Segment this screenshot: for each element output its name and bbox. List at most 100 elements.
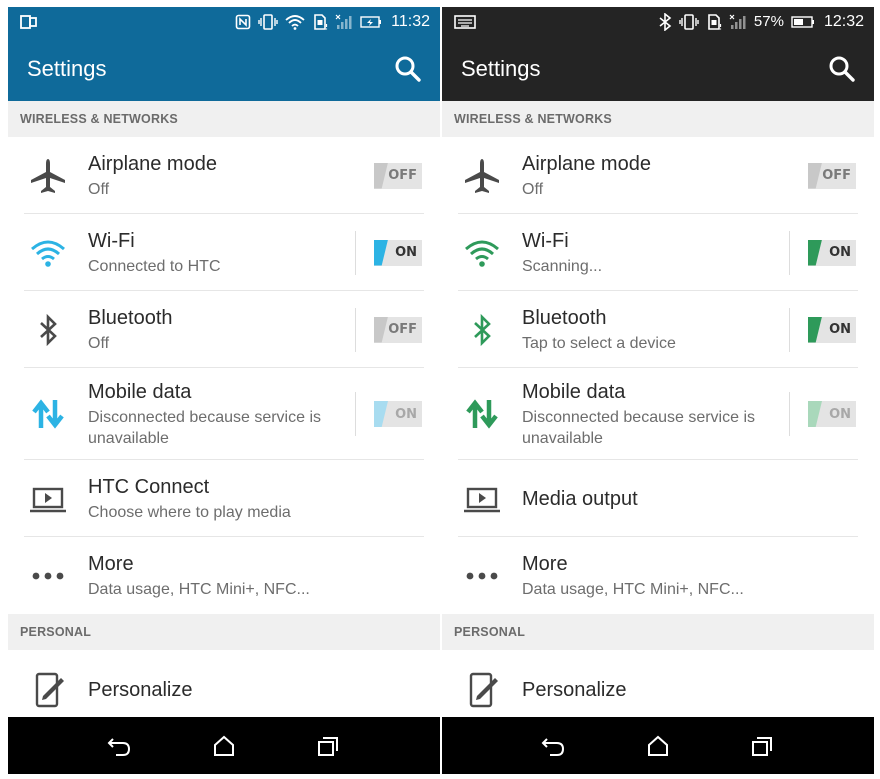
section-header-personal: PERSONAL bbox=[442, 614, 874, 650]
separator bbox=[355, 307, 356, 352]
setting-subtitle: Data usage, HTC Mini+, NFC... bbox=[522, 580, 744, 598]
screen-right: 57% 12:32 Settings WIRELESS & NETWORKS A… bbox=[442, 7, 874, 774]
setting-airplane-mode[interactable]: Airplane mode Off OFF bbox=[8, 137, 440, 214]
mobile-data-icon bbox=[458, 390, 506, 438]
setting-subtitle: Data usage, HTC Mini+, NFC... bbox=[88, 580, 310, 598]
battery-icon bbox=[360, 15, 382, 29]
page-title: Settings bbox=[461, 55, 541, 81]
section-header-wireless: WIRELESS & NETWORKS bbox=[442, 101, 874, 137]
toggle-thumb bbox=[374, 316, 388, 343]
setting-more[interactable]: More Data usage, HTC Mini+, NFC... bbox=[442, 537, 874, 614]
toggle-thumb bbox=[374, 239, 388, 266]
toggle-thumb bbox=[374, 162, 388, 189]
media-output-icon bbox=[458, 475, 506, 523]
bluetooth-toggle[interactable]: OFF bbox=[374, 316, 422, 343]
sim-icon bbox=[312, 13, 328, 30]
home-icon[interactable] bbox=[209, 731, 239, 761]
toggle-thumb bbox=[808, 401, 822, 427]
search-icon[interactable] bbox=[828, 55, 856, 83]
wifi-icon bbox=[285, 14, 305, 30]
bluetooth-icon bbox=[658, 12, 672, 31]
separator bbox=[355, 392, 356, 436]
toggle-label: ON bbox=[395, 245, 417, 260]
navigation-bar bbox=[8, 717, 440, 774]
personalize-icon bbox=[458, 666, 506, 714]
back-icon[interactable] bbox=[105, 731, 135, 761]
clock: 12:32 bbox=[823, 12, 864, 30]
setting-subtitle: Choose where to play media bbox=[88, 503, 291, 521]
mobile-data-toggle[interactable]: ON bbox=[808, 401, 856, 427]
setting-title: Personalize bbox=[88, 679, 193, 701]
setting-title: Media output bbox=[522, 487, 638, 510]
back-icon[interactable] bbox=[539, 731, 569, 761]
setting-title: Mobile data bbox=[88, 380, 192, 403]
toggle-thumb bbox=[374, 401, 388, 427]
navigation-bar bbox=[442, 717, 874, 774]
signal-icon bbox=[729, 14, 747, 30]
setting-mobile-data[interactable]: Mobile data Disconnected because service… bbox=[442, 368, 874, 460]
signal-icon bbox=[335, 14, 353, 30]
separator bbox=[789, 392, 790, 436]
bluetooth-icon bbox=[458, 306, 506, 354]
setting-title: Personalize bbox=[522, 679, 627, 701]
bluetooth-toggle[interactable]: ON bbox=[808, 316, 856, 343]
home-icon[interactable] bbox=[643, 731, 673, 761]
setting-title: More bbox=[88, 552, 134, 575]
separator bbox=[789, 307, 790, 352]
screen-left: 11:32 Settings WIRELESS & NETWORKS Airpl… bbox=[8, 7, 440, 774]
section-header-wireless: WIRELESS & NETWORKS bbox=[8, 101, 440, 137]
setting-wifi[interactable]: Wi-Fi Scanning... ON bbox=[442, 214, 874, 291]
setting-title: HTC Connect bbox=[88, 475, 210, 498]
wifi-toggle[interactable]: ON bbox=[808, 239, 856, 266]
setting-title: More bbox=[522, 552, 568, 575]
media-output-icon bbox=[24, 475, 72, 523]
status-bar: 11:32 bbox=[8, 7, 440, 36]
toggle-label: ON bbox=[829, 322, 851, 337]
separator bbox=[355, 230, 356, 275]
toggle-label: OFF bbox=[388, 322, 417, 337]
mobile-data-toggle[interactable]: ON bbox=[374, 401, 422, 427]
vibrate-icon bbox=[679, 13, 699, 30]
airplane-icon bbox=[24, 152, 72, 200]
more-icon bbox=[24, 552, 72, 600]
toggle-label: OFF bbox=[388, 168, 417, 183]
battery-percent: 57% bbox=[753, 13, 784, 30]
setting-airplane-mode[interactable]: Airplane mode Off OFF bbox=[442, 137, 874, 214]
toggle-label: OFF bbox=[822, 168, 851, 183]
recents-icon[interactable] bbox=[747, 731, 777, 761]
toggle-label: ON bbox=[829, 406, 851, 422]
wifi-icon bbox=[24, 229, 72, 277]
airplane-mode-toggle[interactable]: OFF bbox=[374, 162, 422, 189]
keyboard-icon bbox=[454, 14, 476, 30]
toggle-thumb bbox=[808, 316, 822, 343]
nfc-icon bbox=[235, 14, 251, 30]
recents-icon[interactable] bbox=[313, 731, 343, 761]
vibrate-icon bbox=[258, 13, 278, 30]
page-title: Settings bbox=[27, 55, 107, 81]
sim-icon bbox=[706, 13, 722, 30]
setting-subtitle: Disconnected because service is unavaila… bbox=[522, 408, 756, 447]
clock: 11:32 bbox=[391, 12, 430, 30]
setting-more[interactable]: More Data usage, HTC Mini+, NFC... bbox=[8, 537, 440, 614]
screen-mirror-icon bbox=[20, 14, 38, 30]
wifi-toggle[interactable]: ON bbox=[374, 239, 422, 266]
setting-bluetooth[interactable]: Bluetooth Tap to select a device ON bbox=[442, 291, 874, 368]
setting-bluetooth[interactable]: Bluetooth Off OFF bbox=[8, 291, 440, 368]
setting-mobile-data[interactable]: Mobile data Disconnected because service… bbox=[8, 368, 440, 460]
toggle-label: ON bbox=[829, 245, 851, 260]
toggle-thumb bbox=[808, 239, 822, 266]
status-bar: 57% 12:32 bbox=[442, 7, 874, 36]
setting-title: Mobile data bbox=[522, 380, 626, 403]
airplane-mode-toggle[interactable]: OFF bbox=[808, 162, 856, 189]
app-bar: Settings bbox=[8, 36, 440, 101]
search-icon[interactable] bbox=[394, 55, 422, 83]
app-bar: Settings bbox=[442, 36, 874, 101]
setting-htc-connect[interactable]: HTC Connect Choose where to play media bbox=[8, 460, 440, 537]
toggle-label: ON bbox=[395, 406, 417, 422]
bluetooth-icon bbox=[24, 306, 72, 354]
toggle-thumb bbox=[808, 162, 822, 189]
setting-wifi[interactable]: Wi-Fi Connected to HTC ON bbox=[8, 214, 440, 291]
setting-media-output[interactable]: Media output bbox=[442, 460, 874, 537]
section-header-personal: PERSONAL bbox=[8, 614, 440, 650]
separator bbox=[789, 230, 790, 275]
